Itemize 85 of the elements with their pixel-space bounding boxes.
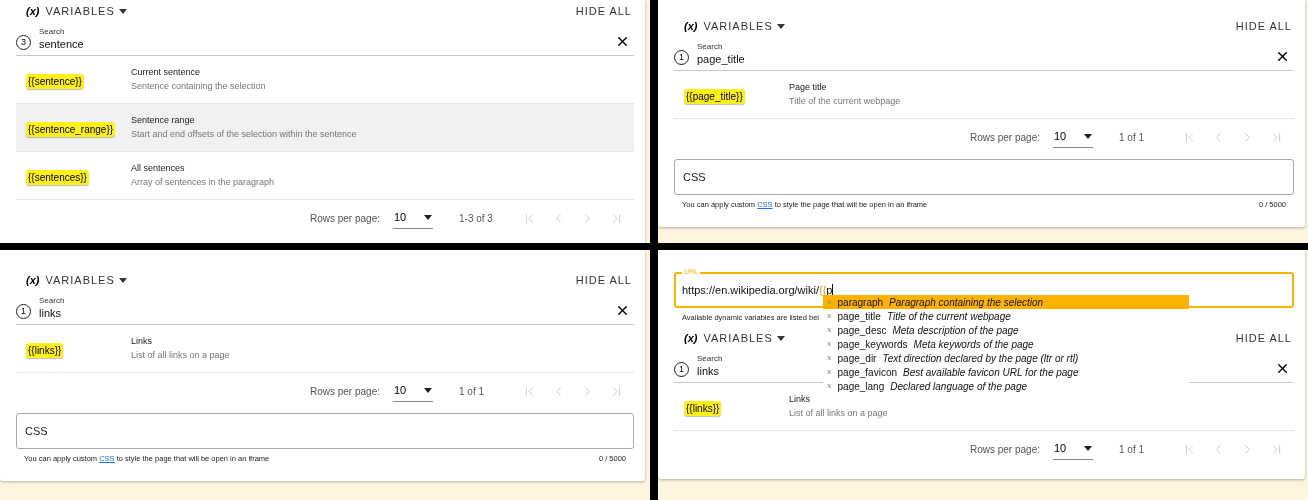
- close-icon[interactable]: [1275, 49, 1290, 64]
- variable-glyph: x: [827, 366, 832, 378]
- caret-icon: [424, 215, 432, 220]
- variable-title: All sentences: [131, 162, 186, 175]
- rows-per-page-label: Rows per page:: [309, 384, 380, 399]
- variables-toggle[interactable]: VARIABLES: [45, 2, 127, 20]
- variable-token: {{links}}: [684, 400, 722, 416]
- variable-token: {{links}}: [26, 342, 64, 358]
- variable-glyph: x: [827, 352, 832, 364]
- search-value: page_title: [697, 52, 745, 66]
- variable-description: List of all links on a page: [131, 349, 230, 362]
- variable-description: Array of sentences in the paragraph: [131, 176, 275, 189]
- variable-description: Sentence containing the selection: [131, 80, 266, 93]
- search-value: links: [697, 364, 719, 378]
- hide-all-button[interactable]: HIDE ALL: [1235, 17, 1292, 35]
- hide-all-button[interactable]: HIDE ALL: [575, 2, 632, 20]
- rows-per-page-select[interactable]: 10: [1053, 438, 1093, 460]
- variable-description: List of all links on a page: [789, 407, 888, 420]
- variable-glyph: x: [827, 380, 832, 392]
- hide-all-button[interactable]: HIDE ALL: [1235, 329, 1292, 347]
- suggestion-name: page_desc: [837, 323, 887, 338]
- variable-title: Links: [131, 335, 153, 348]
- variable-token: {{sentences}}: [26, 169, 89, 185]
- rows-per-page-select[interactable]: 10: [393, 207, 433, 229]
- page-range: 1 of 1: [1119, 130, 1146, 145]
- variable-glyph: x: [827, 296, 832, 308]
- hide-all-button[interactable]: HIDE ALL: [575, 271, 632, 289]
- variable-title: Page title: [789, 81, 828, 94]
- variables-icon-text: (x): [684, 330, 698, 346]
- rows-per-page-label: Rows per page:: [969, 442, 1040, 457]
- variables-icon-text: (x): [684, 18, 698, 34]
- variable-token: {{page_title}}: [684, 88, 745, 104]
- suggestion-name: page_favicon: [837, 365, 897, 380]
- variable-title: Links: [789, 393, 811, 406]
- close-icon[interactable]: [1275, 361, 1290, 376]
- caret-icon: [118, 277, 127, 283]
- search-label: Search: [697, 42, 723, 52]
- suggestion-description: Meta description of the page: [892, 323, 1019, 338]
- suggestion-name: page_dir: [837, 351, 877, 366]
- suggestion-item[interactable]: x paragraph Paragraph containing the selection: [823, 295, 1189, 309]
- close-icon[interactable]: [615, 303, 630, 318]
- variable-token: {{sentence}}: [26, 73, 84, 89]
- suggestion-description: Best available favicon URL for the page: [903, 365, 1079, 380]
- caret-icon: [776, 335, 785, 341]
- variables-icon-text: (x): [26, 3, 40, 19]
- close-icon[interactable]: [615, 34, 630, 49]
- rows-per-page-label: Rows per page:: [309, 211, 380, 226]
- suggestion-description: Text direction declared by the page (ltr or rtl): [882, 351, 1079, 366]
- search-label: Search: [39, 296, 65, 306]
- css-field[interactable]: CSS: [674, 159, 1294, 195]
- rows-per-page-label: Rows per page:: [969, 130, 1040, 145]
- variables-toggle[interactable]: VARIABLES: [703, 17, 785, 35]
- search-value: sentence: [39, 37, 84, 51]
- caret-icon: [1084, 134, 1092, 139]
- suggestion-description: Title of the current webpage: [886, 309, 1011, 324]
- css-field[interactable]: CSS: [16, 413, 634, 449]
- search-value: links: [39, 306, 61, 320]
- suggestion-name: paragraph: [837, 295, 884, 310]
- suggestion-name: page_keywords: [837, 337, 908, 352]
- caret-icon: [1084, 446, 1092, 451]
- suggestion-description: Meta keywords of the page: [913, 337, 1034, 352]
- variable-description: Start and end offsets of the selection within the sentence: [131, 128, 357, 141]
- rows-per-page-select[interactable]: 10: [393, 380, 433, 402]
- variable-title: Sentence range: [131, 114, 196, 127]
- page-range: 1 of 1: [1119, 442, 1146, 457]
- variable-description: Title of the current webpage: [789, 95, 901, 108]
- suggestion-description: Paragraph containing the selection: [889, 295, 1044, 310]
- page-range: 1-3 of 3: [459, 211, 494, 226]
- caret-icon: [776, 23, 785, 29]
- variables-toggle[interactable]: VARIABLES: [703, 329, 785, 347]
- variable-title: Current sentence: [131, 66, 202, 79]
- rows-per-page-select[interactable]: 10: [1053, 126, 1093, 148]
- variable-token: {{sentence_range}}: [26, 121, 116, 137]
- suggestion-name: page_title: [837, 309, 881, 324]
- variable-row[interactable]: {{sentence_range}} Sentence range Start and end offsets of the selection within the sentence: [16, 104, 634, 152]
- variables-toggle[interactable]: VARIABLES: [45, 271, 127, 289]
- page-range: 1 of 1: [459, 384, 486, 399]
- caret-icon: [118, 8, 127, 14]
- variables-icon-text: (x): [26, 272, 40, 288]
- variable-glyph: x: [827, 338, 832, 350]
- search-label: Search: [39, 27, 65, 37]
- search-label: Search: [697, 354, 723, 364]
- variable-glyph: x: [827, 324, 832, 336]
- variable-glyph: x: [827, 310, 832, 322]
- caret-icon: [424, 388, 432, 393]
